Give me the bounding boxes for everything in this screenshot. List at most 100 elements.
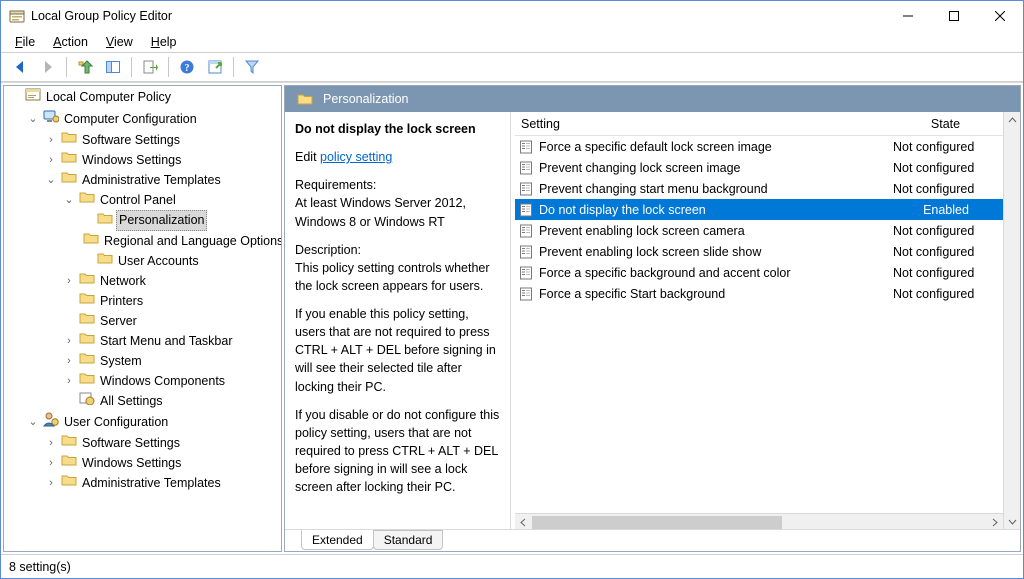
tree-item[interactable]: ›Software Settings [42,433,281,453]
menu-help[interactable]: Help [143,33,185,51]
export-button[interactable] [137,55,163,79]
status-text: 8 setting(s) [9,560,71,574]
up-button[interactable] [72,55,98,79]
menu-view[interactable]: View [98,33,141,51]
tree-pane[interactable]: Local Computer Policy ⌄ Computer Configu… [3,85,282,552]
collapse-icon[interactable]: ⌄ [26,415,40,429]
setting-row[interactable]: Prevent enabling lock screen slide showN… [515,241,1003,262]
scroll-down-icon[interactable] [1004,513,1021,530]
tree-item[interactable]: Printers [60,291,281,311]
folder-icon [61,473,77,493]
setting-name: Force a specific Start background [539,287,887,301]
column-state[interactable]: State [888,114,1003,134]
forward-button[interactable] [35,55,61,79]
column-setting[interactable]: Setting [515,114,888,134]
filter-button[interactable] [239,55,265,79]
help-button[interactable]: ? [174,55,200,79]
policy-setting-icon [517,140,535,154]
tree-item[interactable]: All Settings [60,391,281,411]
expand-icon[interactable]: › [44,436,58,450]
expand-icon[interactable]: › [62,274,76,288]
setting-name: Prevent enabling lock screen slide show [539,245,887,259]
tree-item[interactable]: Server [60,311,281,331]
tree-item[interactable]: User Accounts [78,251,281,271]
tree-personalization[interactable]: Personalization [78,210,281,231]
setting-row[interactable]: Prevent changing lock screen imageNot co… [515,157,1003,178]
setting-state: Enabled [887,203,999,217]
tree-item[interactable]: ›Windows Components [60,371,281,391]
folder-icon [79,371,95,391]
folder-icon [79,311,95,331]
expand-icon[interactable]: › [44,476,58,490]
scroll-right-icon[interactable] [986,514,1003,531]
toolbar-separator [233,57,234,77]
expand-icon[interactable]: › [62,374,76,388]
workspace: Local Computer Policy ⌄ Computer Configu… [1,82,1023,554]
setting-state: Not configured [887,224,999,238]
tree-item[interactable]: ›Administrative Templates [42,473,281,493]
settings-icon [79,391,95,411]
menu-action[interactable]: Action [45,33,96,51]
policy-setting-icon [517,224,535,238]
close-button[interactable] [977,1,1023,31]
menu-file[interactable]: File [7,33,43,51]
expand-icon[interactable]: › [44,153,58,167]
settings-list[interactable]: Force a specific default lock screen ima… [515,136,1003,530]
setting-name: Force a specific default lock screen ima… [539,140,887,154]
minimize-button[interactable] [885,1,931,31]
text: If you enable this policy setting, users… [295,305,500,396]
collapse-icon[interactable]: ⌄ [26,112,40,126]
setting-name: Do not display the lock screen [539,203,887,217]
folder-icon [297,92,313,106]
tree-user-config[interactable]: ⌄ User Configuration ›Software Settings … [24,411,281,493]
list-header: Setting State [515,112,1003,136]
policy-setting-icon [517,287,535,301]
tree-item[interactable]: ›Start Menu and Taskbar [60,331,281,351]
expand-icon[interactable]: › [44,133,58,147]
tree-item[interactable]: ›Windows Settings [42,150,281,170]
properties-button[interactable] [202,55,228,79]
collapse-icon[interactable]: ⌄ [62,193,76,207]
tree-control-panel[interactable]: ⌄Control Panel Personalization Regional … [60,190,281,271]
edit-policy-link[interactable]: policy setting [320,150,392,164]
setting-row[interactable]: Force a specific default lock screen ima… [515,136,1003,157]
back-button[interactable] [7,55,33,79]
horizontal-scrollbar[interactable] [515,513,1003,530]
scroll-up-icon[interactable] [1004,112,1021,129]
statusbar: 8 setting(s) [1,554,1023,578]
folder-icon [97,251,113,271]
setting-row[interactable]: Do not display the lock screenEnabled [515,199,1003,220]
expand-icon[interactable]: › [62,334,76,348]
window-title: Local Group Policy Editor [31,9,885,23]
tree-item[interactable]: ›Software Settings [42,130,281,150]
setting-row[interactable]: Prevent changing start menu backgroundNo… [515,178,1003,199]
setting-row[interactable]: Force a specific background and accent c… [515,262,1003,283]
collapse-icon[interactable]: ⌄ [44,173,58,187]
maximize-button[interactable] [931,1,977,31]
tree-item[interactable]: ›Windows Settings [42,453,281,473]
tree-computer-config[interactable]: ⌄ Computer Configuration ›Software Setti… [24,108,281,411]
show-hide-tree-button[interactable] [100,55,126,79]
view-tabs: Extended Standard [285,529,1020,550]
tree-item[interactable]: ›Network [60,271,281,291]
setting-row[interactable]: Prevent enabling lock screen cameraNot c… [515,220,1003,241]
tab-standard[interactable]: Standard [373,530,444,550]
tree-item[interactable]: ›System [60,351,281,371]
vertical-scrollbar[interactable] [1003,112,1020,530]
scrollbar-thumb[interactable] [532,516,782,529]
setting-row[interactable]: Force a specific Start backgroundNot con… [515,283,1003,304]
computer-icon [43,108,59,130]
tab-extended[interactable]: Extended [301,530,374,550]
expand-icon[interactable]: › [44,456,58,470]
scroll-left-icon[interactable] [515,514,532,531]
expand-icon[interactable]: › [62,354,76,368]
folder-icon [79,331,95,351]
folder-icon [79,351,95,371]
folder-icon [79,271,95,291]
tree-item[interactable]: Regional and Language Options [78,231,281,251]
tree-admin-templates[interactable]: ⌄Administrative Templates ⌄Control Panel… [42,170,281,411]
tree-root[interactable]: Local Computer Policy ⌄ Computer Configu… [6,86,281,493]
node-title: Personalization [323,92,408,106]
setting-state: Not configured [887,245,999,259]
policy-icon [25,86,41,108]
